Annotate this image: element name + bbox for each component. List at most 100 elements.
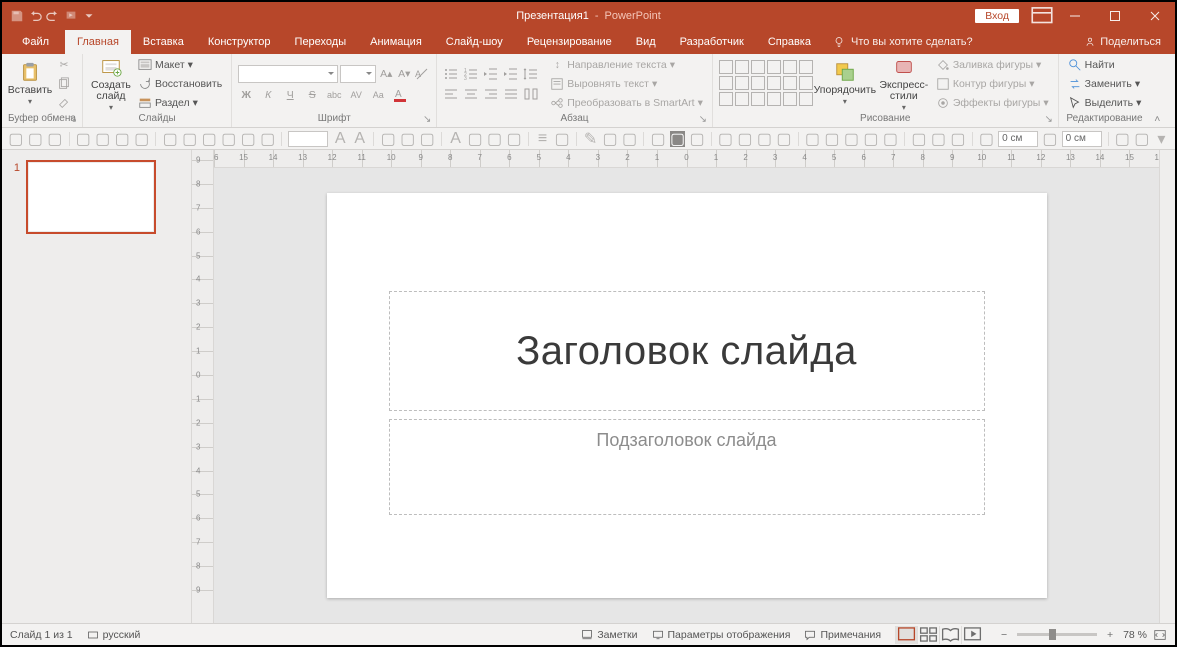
decrease-indent-icon[interactable]: [483, 66, 499, 82]
justify-icon[interactable]: [503, 86, 519, 102]
text-direction-button[interactable]: ↕Направление текста ▾: [547, 57, 706, 74]
columns-icon[interactable]: [523, 86, 539, 102]
shape-fill-button[interactable]: Заливка фигуры ▾: [933, 57, 1052, 74]
qt-icon[interactable]: ▢: [1042, 131, 1058, 147]
qt-icon[interactable]: ▢: [114, 131, 130, 147]
qt-icon[interactable]: ▢: [240, 131, 256, 147]
tell-me-search[interactable]: Что вы хотите сделать?: [823, 30, 983, 54]
convert-smartart-button[interactable]: Преобразовать в SmartArt ▾: [547, 95, 706, 112]
qt-icon[interactable]: ▢: [824, 131, 840, 147]
qt-icon[interactable]: ▢: [602, 131, 618, 147]
subtitle-placeholder[interactable]: Подзаголовок слайда: [389, 419, 985, 515]
qt-icon[interactable]: ▢: [1134, 131, 1150, 147]
qt-icon[interactable]: ▢: [400, 131, 416, 147]
qt-icon[interactable]: ▢: [776, 131, 792, 147]
dialog-launcher-icon[interactable]: ↘: [68, 114, 78, 124]
qt-icon[interactable]: ▢: [718, 131, 734, 147]
tab-review[interactable]: Рецензирование: [515, 30, 624, 54]
qt-icon[interactable]: ▢: [182, 131, 198, 147]
format-painter-button[interactable]: [54, 95, 74, 112]
qat-more-icon[interactable]: [82, 9, 96, 23]
sorter-view-button[interactable]: [917, 626, 939, 644]
comments-button[interactable]: Примечания: [804, 629, 881, 641]
qt-icon[interactable]: ▢: [506, 131, 522, 147]
qt-icon[interactable]: ▢: [689, 131, 705, 147]
reset-button[interactable]: Восстановить: [135, 76, 225, 93]
ribbon-display-options-icon[interactable]: [1029, 3, 1055, 29]
tab-help[interactable]: Справка: [756, 30, 823, 54]
save-icon[interactable]: [10, 9, 24, 23]
shape-height-input[interactable]: [1062, 131, 1102, 147]
display-settings-button[interactable]: Параметры отображения: [652, 629, 791, 641]
dialog-launcher-icon[interactable]: ↘: [698, 114, 708, 124]
replace-button[interactable]: Заменить ▾: [1065, 76, 1145, 93]
fit-to-window-button[interactable]: [1153, 628, 1167, 642]
qt-icon[interactable]: ▢: [931, 131, 947, 147]
qt-icon[interactable]: A: [448, 131, 464, 147]
qt-icon[interactable]: A: [352, 131, 368, 147]
zoom-slider[interactable]: [1017, 633, 1097, 636]
qt-icon[interactable]: ▢: [221, 131, 237, 147]
collapse-ribbon-icon[interactable]: ˄: [1150, 54, 1164, 127]
start-from-beginning-icon[interactable]: [64, 9, 78, 23]
tab-home[interactable]: Главная: [65, 30, 131, 54]
qt-icon[interactable]: ▢: [844, 131, 860, 147]
change-case-button[interactable]: Aa: [370, 87, 386, 103]
layout-button[interactable]: Макет ▾: [135, 57, 225, 74]
qt-icon[interactable]: ✎: [583, 131, 599, 147]
zoom-in-button[interactable]: +: [1103, 628, 1117, 642]
qt-icon[interactable]: ▢: [380, 131, 396, 147]
qt-icon[interactable]: ▢: [650, 131, 666, 147]
minimize-button[interactable]: [1055, 2, 1095, 30]
font-color-button[interactable]: A: [392, 87, 408, 103]
char-spacing-button[interactable]: AV: [348, 87, 364, 103]
paste-button[interactable]: Вставить ▾: [8, 56, 52, 112]
undo-icon[interactable]: [28, 9, 42, 23]
shape-outline-button[interactable]: Контур фигуры ▾: [933, 76, 1052, 93]
bullets-icon[interactable]: [443, 66, 459, 82]
align-text-button[interactable]: Выровнять текст ▾: [547, 76, 706, 93]
arrange-button[interactable]: Упорядочить▾: [815, 56, 875, 112]
qt-more-icon[interactable]: ▾: [1154, 131, 1170, 147]
section-button[interactable]: Раздел ▾: [135, 95, 225, 112]
increase-indent-icon[interactable]: [503, 66, 519, 82]
slide-counter[interactable]: Слайд 1 из 1: [10, 629, 73, 641]
notes-button[interactable]: Заметки: [581, 629, 637, 641]
align-right-icon[interactable]: [483, 86, 499, 102]
title-placeholder[interactable]: Заголовок слайда: [389, 291, 985, 411]
italic-button[interactable]: К: [260, 87, 276, 103]
text-shadow-button[interactable]: abc: [326, 87, 342, 103]
numbering-icon[interactable]: 123: [463, 66, 479, 82]
qt-icon[interactable]: ▢: [162, 131, 178, 147]
zoom-out-button[interactable]: −: [997, 628, 1011, 642]
shapes-gallery[interactable]: [719, 56, 813, 106]
qt-icon[interactable]: ▢: [737, 131, 753, 147]
qt-icon[interactable]: ▢: [911, 131, 927, 147]
tab-slideshow[interactable]: Слайд-шоу: [434, 30, 515, 54]
share-button[interactable]: Поделиться: [1074, 30, 1171, 54]
sign-in-button[interactable]: Вход: [975, 9, 1019, 23]
tab-design[interactable]: Конструктор: [196, 30, 283, 54]
quick-styles-button[interactable]: Экспресс- стили▾: [877, 56, 931, 112]
qt-icon[interactable]: ▢: [863, 131, 879, 147]
copy-button[interactable]: [54, 76, 74, 93]
qt-icon[interactable]: ▢: [419, 131, 435, 147]
find-button[interactable]: Найти: [1065, 57, 1145, 74]
dialog-launcher-icon[interactable]: ↘: [422, 114, 432, 124]
close-button[interactable]: [1135, 2, 1175, 30]
new-slide-button[interactable]: Создать слайд ▾: [89, 56, 133, 112]
qt-icon-active[interactable]: ▢: [670, 131, 686, 147]
tab-file[interactable]: Файл: [6, 30, 65, 54]
language-button[interactable]: русский: [87, 629, 141, 641]
font-name-combo[interactable]: [238, 65, 338, 83]
redo-icon[interactable]: [46, 9, 60, 23]
qt-icon[interactable]: ▢: [134, 131, 150, 147]
qt-icon[interactable]: ▢: [757, 131, 773, 147]
vertical-scrollbar[interactable]: [1159, 150, 1175, 623]
qt-icon[interactable]: ▢: [805, 131, 821, 147]
select-button[interactable]: Выделить ▾: [1065, 95, 1145, 112]
qt-icon[interactable]: ▢: [75, 131, 91, 147]
slideshow-view-button[interactable]: [961, 626, 983, 644]
qt-icon[interactable]: ▢: [883, 131, 899, 147]
shape-width-input[interactable]: [998, 131, 1038, 147]
